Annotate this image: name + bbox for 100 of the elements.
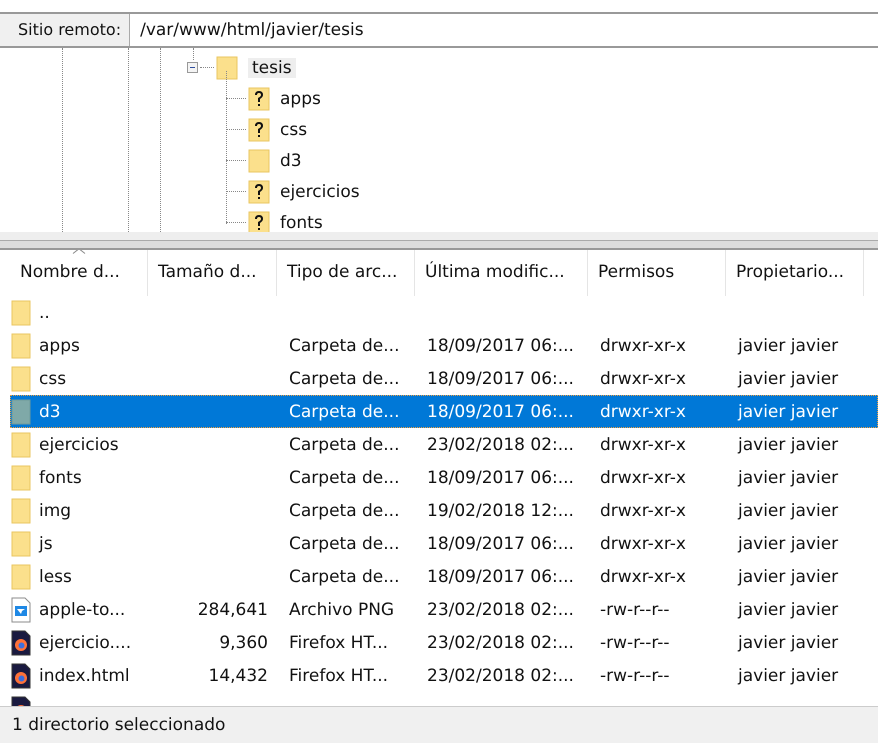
table-cell: javier javier — [738, 402, 838, 422]
file-row[interactable]: js Carpeta de... 18/09/2017 06:... drwxr-xr-x javier javier — [10, 527, 878, 560]
table-cell: Carpeta de... — [289, 566, 400, 586]
table-cell: less — [39, 566, 72, 586]
table-cell: javier javier — [738, 666, 838, 686]
table-cell: javier javier — [738, 534, 838, 554]
table-cell: Carpeta de... — [289, 434, 400, 454]
table-cell: drwxr-xr-x — [600, 368, 686, 388]
column-header[interactable]: Propietario... — [726, 250, 864, 296]
table-cell: javier javier — [738, 336, 838, 356]
table-cell: d3 — [39, 402, 61, 422]
table-cell: drwxr-xr-x — [600, 434, 686, 454]
table-cell: apps — [39, 336, 80, 356]
file-row[interactable]: apps Carpeta de... 18/09/2017 06:... drwxr-xr-x javier javier — [10, 329, 878, 362]
image-file-icon — [11, 596, 31, 622]
table-cell: drwxr-xr-x — [600, 468, 686, 488]
folder-icon — [216, 56, 238, 80]
table-cell: drwxr-xr-x — [600, 336, 686, 356]
folder-icon — [11, 398, 31, 424]
table-cell: fonts — [39, 468, 82, 488]
table-cell: 23/02/2018 02:... — [427, 666, 574, 686]
table-cell: 18/09/2017 06:... — [427, 534, 574, 554]
table-cell: img — [39, 500, 72, 520]
table-cell: js — [39, 534, 53, 554]
file-row[interactable]: apple-to... 284,641 Archivo PNG 23/02/2018 02:... -rw-r--r-- javier javier — [10, 593, 878, 626]
folder-icon — [11, 366, 31, 392]
tree-item[interactable]: d3 — [276, 150, 306, 170]
column-header[interactable]: Nombre d... — [10, 250, 148, 296]
collapse-icon[interactable] — [187, 62, 198, 73]
table-cell: -rw-r--r-- — [600, 600, 670, 620]
table-cell: drwxr-xr-x — [600, 566, 686, 586]
table-cell: 23/02/2018 02:... — [427, 600, 574, 620]
file-row[interactable]: img Carpeta de... 19/02/2018 12:... drwxr-xr-x javier javier — [10, 494, 878, 527]
tree-item[interactable]: ejercicios — [276, 182, 364, 202]
table-cell: 284,641 — [198, 600, 268, 620]
table-cell: javier javier — [738, 600, 838, 620]
file-row[interactable]: less Carpeta de... 18/09/2017 06:... drwxr-xr-x javier javier — [10, 560, 878, 593]
table-cell: -rw-r--r-- — [600, 632, 670, 652]
folder-icon — [11, 498, 31, 524]
splitter[interactable] — [0, 240, 878, 250]
table-cell: -rw-r--r-- — [600, 666, 670, 686]
table-cell: index.html — [39, 666, 130, 686]
path-field[interactable]: /var/www/html/javier/tesis — [130, 14, 878, 46]
table-cell: 14,432 — [208, 666, 268, 686]
table-cell: Carpeta de... — [289, 402, 400, 422]
table-cell: css — [39, 368, 66, 388]
column-header[interactable]: Permisos — [588, 250, 726, 296]
tree-item[interactable]: apps — [276, 88, 325, 108]
folder-icon — [11, 300, 31, 326]
tree-item[interactable]: tesis — [248, 58, 296, 78]
table-cell: Carpeta de... — [289, 468, 400, 488]
table-cell: 18/09/2017 06:... — [427, 402, 574, 422]
column-header[interactable]: Última modific... — [415, 250, 588, 296]
table-cell: Firefox HT... — [289, 632, 388, 652]
table-cell: javier javier — [738, 632, 838, 652]
file-row[interactable]: css Carpeta de... 18/09/2017 06:... drwxr-xr-x javier javier — [10, 362, 878, 395]
table-cell: ejercicios — [39, 434, 119, 454]
table-cell: 23/02/2018 02:... — [427, 632, 574, 652]
table-cell: 18/09/2017 06:... — [427, 468, 574, 488]
table-cell: ejercicio.... — [39, 632, 132, 652]
folder-icon — [11, 464, 31, 490]
table-cell: javier javier — [738, 500, 838, 520]
browser-file-icon — [11, 662, 31, 688]
status-bar: 1 directorio seleccionado — [0, 706, 878, 743]
table-cell: 18/09/2017 06:... — [427, 368, 574, 388]
tree-item[interactable]: css — [276, 120, 312, 140]
table-cell: drwxr-xr-x — [600, 402, 686, 422]
tree-item[interactable]: fonts — [276, 212, 327, 232]
table-cell: 9,360 — [219, 632, 268, 652]
table-cell: javier javier — [738, 434, 838, 454]
table-cell: javier javier — [738, 368, 838, 388]
table-cell: Carpeta de... — [289, 336, 400, 356]
table-cell: Carpeta de... — [289, 534, 400, 554]
folder-icon — [11, 564, 31, 590]
column-header[interactable]: Tamaño d... — [148, 250, 277, 296]
file-row[interactable]: ejercicios Carpeta de... 23/02/2018 02:... drwxr-xr-x javier javier — [10, 428, 878, 461]
scrollbar[interactable] — [0, 232, 878, 240]
folder-icon — [11, 530, 31, 556]
table-cell: drwxr-xr-x — [600, 500, 686, 520]
table-cell: 19/02/2018 12:... — [427, 500, 574, 520]
table-cell: javier javier — [738, 468, 838, 488]
remote-site-label: Sitio remoto: — [0, 14, 130, 46]
file-row[interactable]: fonts Carpeta de... 18/09/2017 06:... drwxr-xr-x javier javier — [10, 461, 878, 494]
selected-row[interactable]: d3 Carpeta de... 18/09/2017 06:... drwxr-xr-x javier javier — [10, 395, 878, 428]
folder-icon — [11, 332, 31, 358]
file-row[interactable]: .. — [10, 296, 878, 329]
file-row[interactable]: ejercicio.... 9,360 Firefox HT... 23/02/2018 02:... -rw-r--r-- javier javier — [10, 626, 878, 659]
table-cell: Archivo PNG — [289, 600, 394, 620]
table-cell: 18/09/2017 06:... — [427, 336, 574, 356]
table-cell: 23/02/2018 02:... — [427, 434, 574, 454]
table-cell: javier javier — [738, 566, 838, 586]
table-cell: 18/09/2017 06:... — [427, 566, 574, 586]
file-row[interactable]: index.html 14,432 Firefox HT... 23/02/2018 02:... -rw-r--r-- javier javier — [10, 659, 878, 692]
table-cell: Carpeta de... — [289, 500, 400, 520]
table-cell: apple-to... — [39, 600, 126, 620]
table-cell: drwxr-xr-x — [600, 534, 686, 554]
column-header[interactable]: Tipo de arc... — [277, 250, 415, 296]
folder-icon — [11, 432, 31, 458]
table-cell: Carpeta de... — [289, 368, 400, 388]
table-cell: .. — [39, 302, 50, 322]
